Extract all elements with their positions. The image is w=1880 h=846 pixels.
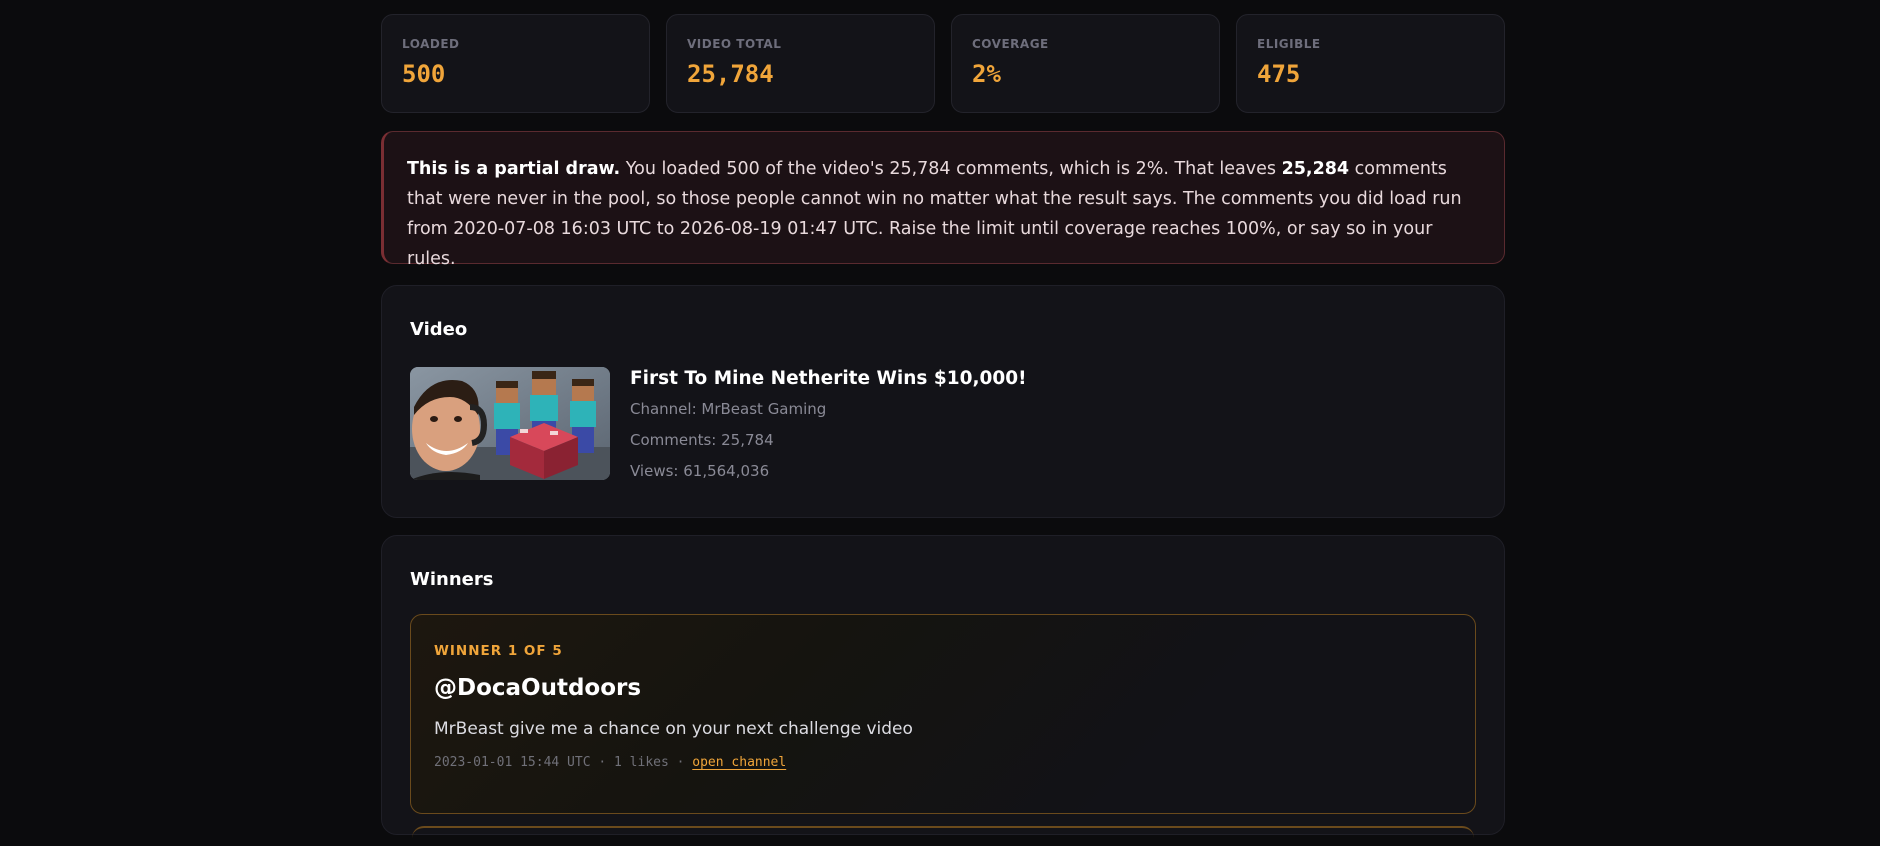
winner-rank: WINNER 1 OF 5 [434, 643, 563, 659]
video-thumbnail[interactable] [410, 367, 610, 480]
stat-label: ELIGIBLE [1257, 37, 1321, 51]
winner-handle: @DocaOutdoors [434, 675, 642, 701]
warning-text: You loaded 500 of the video's 25,784 com… [620, 159, 1282, 179]
partial-draw-warning: This is a partial draw. You loaded 500 o… [381, 131, 1505, 269]
video-panel: Video First To Mine Netherite Wins $10,0… [381, 285, 1505, 518]
next-winner-card [412, 826, 1474, 846]
stat-label: COVERAGE [972, 37, 1049, 51]
stat-value: 25,784 [687, 60, 774, 88]
section-title: Video [410, 319, 468, 340]
winner-meta-text: 2023-01-01 15:44 UTC · 1 likes · [434, 755, 693, 770]
section-title: Winners [410, 569, 494, 590]
winner-card: WINNER 1 OF 5 @DocaOutdoors MrBeast give… [410, 614, 1476, 814]
video-info: First To Mine Netherite Wins $10,000! Ch… [630, 367, 1027, 482]
stat-value: 500 [402, 60, 446, 88]
winner-comment: MrBeast give me a chance on your next ch… [434, 719, 913, 739]
video-views-count: Views: 61,564,036 [630, 462, 770, 480]
winners-panel: Winners WINNER 1 OF 5 @DocaOutdoors MrBe… [381, 535, 1505, 835]
open-channel-link[interactable]: open channel [692, 755, 786, 770]
video-comments-count: Comments: 25,784 [630, 431, 774, 449]
video-channel: Channel: MrBeast Gaming [630, 400, 827, 418]
stat-value: 2% [972, 60, 1001, 88]
stat-coverage: COVERAGE 2% [951, 14, 1220, 113]
stat-video-total: VIDEO TOTAL 25,784 [666, 14, 935, 113]
video-meta: Channel: MrBeast Gaming Comments: 25,784… [630, 398, 1027, 482]
stat-label: VIDEO TOTAL [687, 37, 782, 51]
stat-loaded: LOADED 500 [381, 14, 650, 113]
stat-value: 475 [1257, 60, 1301, 88]
video-row: First To Mine Netherite Wins $10,000! Ch… [410, 367, 1476, 482]
stat-eligible: ELIGIBLE 475 [1236, 14, 1505, 113]
page-content: LOADED 500 VIDEO TOTAL 25,784 COVERAGE 2… [381, 14, 1505, 835]
stats-row: LOADED 500 VIDEO TOTAL 25,784 COVERAGE 2… [381, 14, 1505, 113]
warning-lead: This is a partial draw. [407, 159, 621, 179]
warning-missing-count: 25,284 [1281, 159, 1350, 179]
video-title[interactable]: First To Mine Netherite Wins $10,000! [630, 368, 1027, 389]
stat-label: LOADED [402, 37, 460, 51]
winner-meta: 2023-01-01 15:44 UTC · 1 likes · open ch… [434, 755, 1452, 770]
